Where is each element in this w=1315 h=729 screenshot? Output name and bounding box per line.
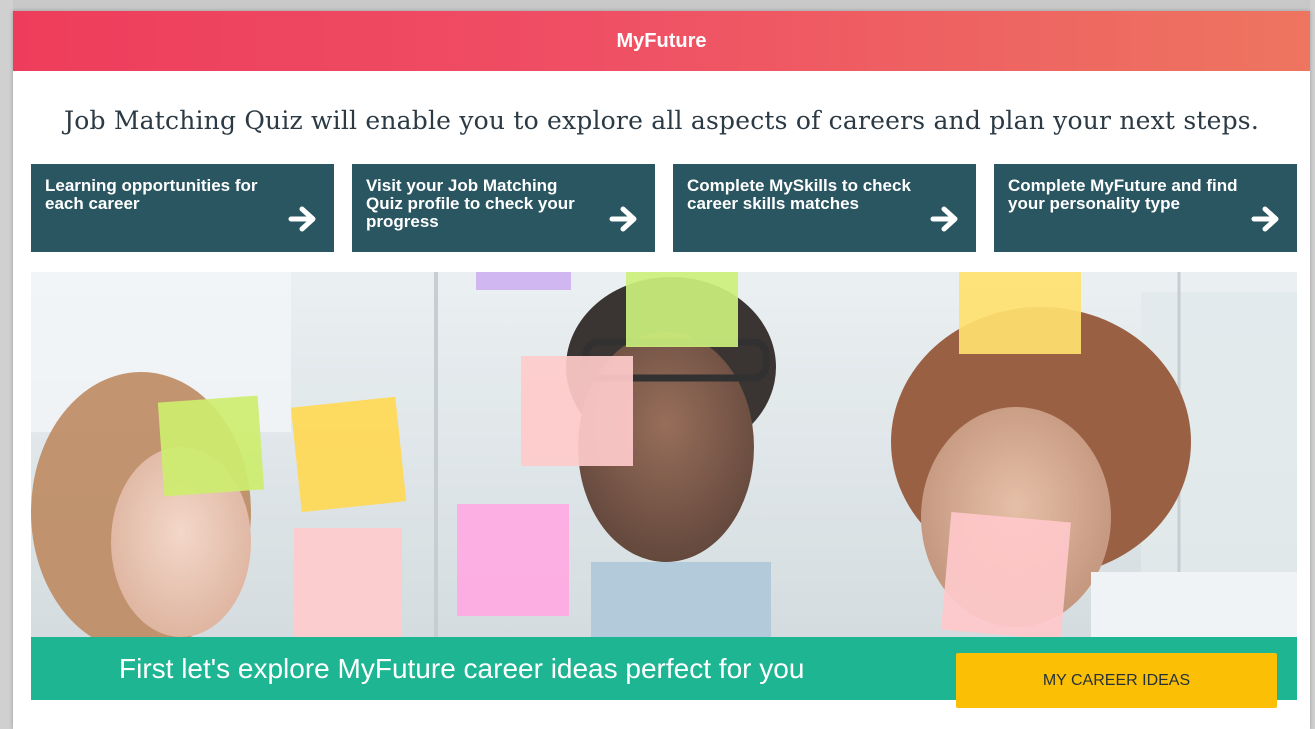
modal-header: MyFuture bbox=[13, 11, 1310, 71]
card-label: Learning opportunities for each career bbox=[45, 176, 258, 213]
action-cards: Learning opportunities for each career V… bbox=[31, 164, 1297, 252]
card-myskills[interactable]: Complete MySkills to check career skills… bbox=[673, 164, 976, 252]
hero-illustration bbox=[31, 272, 1297, 637]
card-quiz-profile[interactable]: Visit your Job Matching Quiz profile to … bbox=[352, 164, 655, 252]
intro-headline: Job Matching Quiz will enable you to exp… bbox=[64, 106, 1259, 135]
hero-image bbox=[31, 272, 1297, 637]
backdrop-right-edge bbox=[1310, 0, 1315, 729]
modal-title: MyFuture bbox=[616, 29, 707, 52]
career-modal: MyFuture Job Matching Quiz will enable y… bbox=[13, 11, 1310, 729]
card-label: Complete MyFuture and find your personal… bbox=[1008, 176, 1238, 213]
backdrop-left-edge bbox=[0, 0, 13, 729]
arrow-right-icon bbox=[1251, 206, 1279, 232]
card-label: Visit your Job Matching Quiz profile to … bbox=[366, 176, 575, 231]
arrow-right-icon bbox=[288, 206, 316, 232]
my-career-ideas-button[interactable]: MY CAREER IDEAS bbox=[956, 653, 1277, 708]
arrow-right-icon bbox=[930, 206, 958, 232]
card-personality-type[interactable]: Complete MyFuture and find your personal… bbox=[994, 164, 1297, 252]
cta-text: First let's explore MyFuture career idea… bbox=[119, 653, 805, 684]
arrow-right-icon bbox=[609, 206, 637, 232]
card-label: Complete MySkills to check career skills… bbox=[687, 176, 911, 213]
card-learning-opportunities[interactable]: Learning opportunities for each career bbox=[31, 164, 334, 252]
cta-bar: First let's explore MyFuture career idea… bbox=[31, 637, 1297, 708]
backdrop-top-edge bbox=[0, 0, 1315, 11]
